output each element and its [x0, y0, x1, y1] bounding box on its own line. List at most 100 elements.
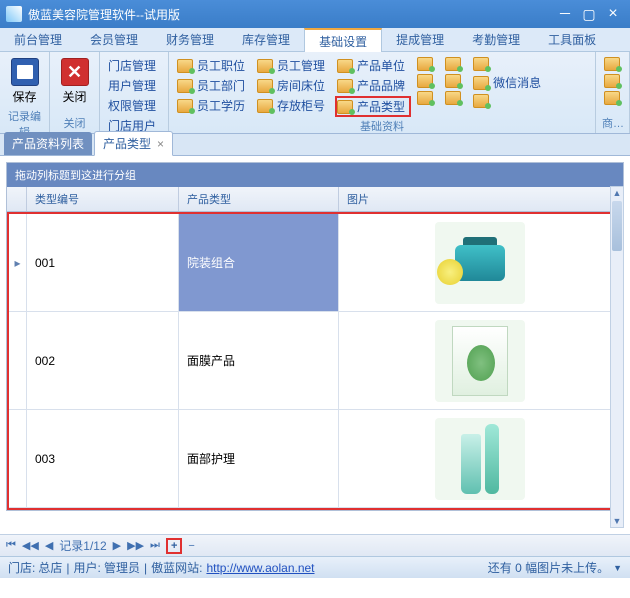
nav-next-button[interactable]: ▶ — [113, 539, 121, 552]
close-icon: ✕ — [61, 58, 89, 86]
menu-finance[interactable]: 财务管理 — [152, 28, 228, 51]
btn-locker[interactable]: 存放柜号 — [255, 96, 331, 115]
scroll-down-icon[interactable]: ▼ — [611, 515, 623, 527]
nav-delete-button[interactable]: − — [188, 540, 194, 552]
nav-first-button[interactable]: ⏮ — [6, 539, 16, 552]
status-upload-info: 还有 0 幅图片未上传。 — [488, 559, 609, 576]
product-thumbnail — [435, 222, 525, 304]
ribbon-icon — [177, 59, 193, 73]
cell-code[interactable]: 003 — [27, 410, 179, 507]
status-dropdown-icon[interactable]: ▼ — [613, 563, 622, 573]
close-button[interactable]: × — [602, 5, 624, 23]
close-label: 关闭 — [62, 88, 86, 105]
cell-type[interactable]: 面部护理 — [179, 410, 339, 507]
menubar: 前台管理 会员管理 财务管理 库存管理 基础设置 提成管理 考勤管理 工具面板 — [0, 28, 630, 52]
cell-image[interactable] — [339, 312, 621, 409]
btn-brand[interactable]: 产品品牌 — [335, 76, 411, 95]
scroll-up-icon[interactable]: ▲ — [611, 187, 623, 199]
table-row[interactable]: 003 面部护理 — [9, 410, 621, 508]
ribbon-icon — [257, 59, 273, 73]
app-icon — [6, 6, 22, 22]
menu-stock[interactable]: 库存管理 — [228, 28, 304, 51]
ribbon-icon — [445, 74, 461, 88]
maximize-button[interactable]: ▢ — [578, 5, 600, 23]
btn-r5a[interactable] — [443, 56, 467, 72]
btn-staff-manage[interactable]: 员工管理 — [255, 56, 331, 75]
ribbon-icon — [604, 57, 620, 71]
group-by-bar[interactable]: 拖动列标题到这进行分组 — [7, 163, 623, 187]
cell-code[interactable]: 002 — [27, 312, 179, 409]
table-header: 类型编号 产品类型 图片 — [7, 187, 623, 212]
btn-r4c[interactable] — [415, 90, 439, 106]
btn-store-manage[interactable]: 门店管理 — [106, 56, 162, 75]
menu-basic[interactable]: 基础设置 — [304, 28, 382, 52]
th-type[interactable]: 产品类型 — [179, 187, 339, 211]
btn-r5c[interactable] — [443, 90, 467, 106]
nav-last-button[interactable]: ⏭ — [150, 539, 160, 552]
tab-product-list[interactable]: 产品资料列表 — [4, 132, 92, 155]
record-navigator: ⏮ ◀◀ ◀ 记录1/12 ▶ ▶▶ ⏭ + − — [0, 534, 630, 556]
status-site-link[interactable]: http://www.aolan.net — [206, 561, 314, 575]
nav-add-button[interactable]: + — [166, 538, 182, 554]
btn-r5b[interactable] — [443, 73, 467, 89]
btn-wechat[interactable]: 微信消息 — [471, 73, 547, 92]
save-button[interactable]: 保存 — [6, 56, 43, 107]
tab-close-icon[interactable]: × — [157, 137, 164, 151]
ribbon-icon — [604, 74, 620, 88]
menu-tools[interactable]: 工具面板 — [534, 28, 610, 51]
btn-user-manage[interactable]: 用户管理 — [106, 76, 162, 95]
menu-member[interactable]: 会员管理 — [76, 28, 152, 51]
table-row[interactable]: 002 面膜产品 — [9, 312, 621, 410]
ribbon-icon — [337, 59, 353, 73]
btn-position[interactable]: 员工职位 — [175, 56, 251, 75]
row-indicator-icon — [9, 410, 27, 507]
cell-image[interactable] — [339, 410, 621, 507]
scroll-thumb[interactable] — [612, 201, 622, 251]
save-icon — [11, 58, 39, 86]
close-record-button[interactable]: ✕ 关闭 — [56, 56, 93, 114]
record-position: 记录1/12 — [59, 537, 106, 554]
btn-r4b[interactable] — [415, 73, 439, 89]
vertical-scrollbar[interactable]: ▲ ▼ — [610, 186, 624, 528]
row-indicator-icon: ▸ — [9, 214, 27, 311]
group-label-basic: 基础资料 — [175, 117, 589, 136]
th-code[interactable]: 类型编号 — [27, 187, 179, 211]
tab-product-type[interactable]: 产品类型× — [94, 131, 173, 156]
btn-unit[interactable]: 产品单位 — [335, 56, 411, 75]
btn-department[interactable]: 员工部门 — [175, 76, 251, 95]
product-thumbnail — [435, 320, 525, 402]
cell-code[interactable]: 001 — [27, 214, 179, 311]
nav-next-page-button[interactable]: ▶▶ — [127, 539, 144, 552]
btn-perm-manage[interactable]: 权限管理 — [106, 96, 162, 115]
nav-prev-button[interactable]: ◀ — [45, 539, 53, 552]
btn-education[interactable]: 员工学历 — [175, 96, 251, 115]
menu-commission[interactable]: 提成管理 — [382, 28, 458, 51]
cell-type[interactable]: 院装组合 — [179, 214, 339, 311]
menu-front[interactable]: 前台管理 — [0, 28, 76, 51]
nav-prev-page-button[interactable]: ◀◀ — [22, 539, 39, 552]
btn-r4a[interactable] — [415, 56, 439, 72]
table-body: ▸ 001 院装组合 002 面膜产品 003 面部护理 — [7, 212, 623, 510]
btn-product-type[interactable]: 产品类型 — [335, 96, 411, 117]
btn-last-a[interactable] — [602, 56, 626, 72]
btn-r6a[interactable] — [471, 56, 547, 72]
status-store-label: 门店: — [8, 559, 35, 576]
table-row[interactable]: ▸ 001 院装组合 — [9, 214, 621, 312]
ribbon-icon — [445, 57, 461, 71]
status-store: 总店 — [38, 559, 62, 576]
product-thumbnail — [435, 418, 525, 500]
btn-last-b[interactable] — [602, 73, 626, 89]
btn-last-c[interactable] — [602, 90, 626, 106]
window-title: 傲蓝美容院管理软件--试用版 — [28, 6, 552, 23]
th-image[interactable]: 图片 — [339, 187, 623, 211]
menu-attendance[interactable]: 考勤管理 — [458, 28, 534, 51]
ribbon-icon — [177, 99, 193, 113]
minimize-button[interactable]: － — [554, 5, 576, 23]
cell-image[interactable] — [339, 214, 621, 311]
ribbon-icon — [604, 91, 620, 105]
group-label-close: 关闭 — [56, 114, 93, 133]
row-indicator-icon — [9, 312, 27, 409]
btn-room-bed[interactable]: 房间床位 — [255, 76, 331, 95]
cell-type[interactable]: 面膜产品 — [179, 312, 339, 409]
btn-r6c[interactable] — [471, 93, 547, 109]
